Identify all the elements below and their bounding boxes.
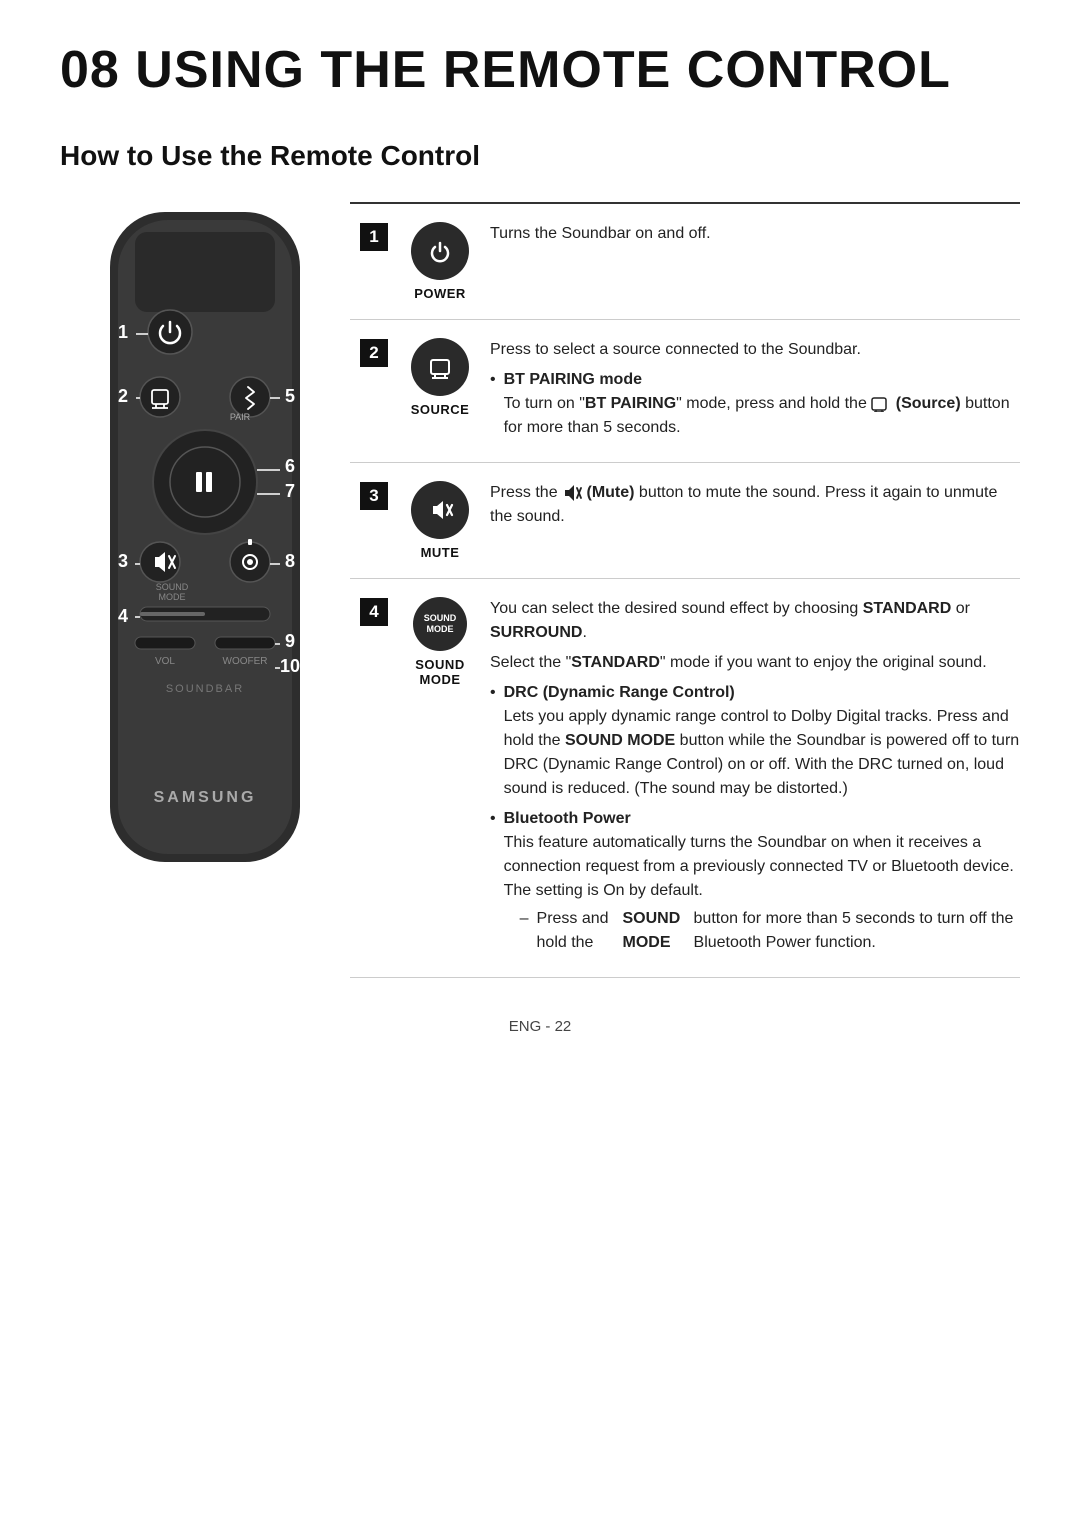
soundmode-icon-col: SOUNDMODE SOUND MODE — [400, 597, 490, 687]
table-row-source: 2 Source Press to select a source connec… — [350, 320, 1020, 463]
power-button-icon — [411, 222, 469, 280]
svg-text:8: 8 — [285, 551, 295, 571]
svg-text:5: 5 — [285, 386, 295, 406]
table-row-power: 1 Power Turns the Soundbar on and off. — [350, 204, 1020, 320]
row-num-1: 1 — [360, 222, 400, 251]
soundmode-label: SOUND MODE — [400, 657, 480, 687]
instructions-table: 1 Power Turns the Soundbar on and off. 2 — [350, 202, 1020, 978]
source-label: Source — [411, 402, 470, 417]
power-icon-col: Power — [400, 222, 490, 301]
svg-text:VOL: VOL — [155, 656, 175, 667]
row-num-2: 2 — [360, 338, 400, 367]
svg-text:WOOFER: WOOFER — [223, 656, 268, 667]
svg-text:MODE: MODE — [159, 592, 186, 602]
svg-text:7: 7 — [285, 481, 295, 501]
svg-text:1: 1 — [118, 322, 128, 342]
table-row-mute: 3 Mute Press the (Mute) button to mute t… — [350, 463, 1020, 579]
source-button-icon — [411, 338, 469, 396]
source-icon-col: Source — [400, 338, 490, 417]
remote-control-illustration: 1 2 PAIR 5 — [60, 202, 350, 882]
svg-text:6: 6 — [285, 456, 295, 476]
row-num-4: 4 — [360, 597, 400, 626]
svg-text:4: 4 — [118, 606, 128, 626]
table-row-soundmode: 4 SOUNDMODE SOUND MODE You can select th… — [350, 579, 1020, 978]
svg-text:9: 9 — [285, 631, 295, 651]
mute-label: Mute — [421, 545, 460, 560]
mute-button-icon — [411, 481, 469, 539]
svg-text:10: 10 — [280, 656, 300, 676]
mute-icon-col: Mute — [400, 481, 490, 560]
content-area: 1 2 PAIR 5 — [60, 202, 1020, 978]
mute-description: Press the (Mute) button to mute the soun… — [490, 481, 1020, 535]
power-description: Turns the Soundbar on and off. — [490, 222, 1020, 246]
section-title: How to Use the Remote Control — [60, 140, 1020, 172]
svg-text:SOUND: SOUND — [156, 582, 189, 592]
row-num-3: 3 — [360, 481, 400, 510]
svg-text:3: 3 — [118, 551, 128, 571]
source-description: Press to select a source connected to th… — [490, 338, 1020, 444]
page-footer: ENG - 22 — [60, 1018, 1020, 1035]
power-label: Power — [414, 286, 466, 301]
page-title: 08 USING THE REMOTE CONTROL — [60, 40, 1020, 100]
svg-text:SAMSUNG: SAMSUNG — [154, 789, 257, 806]
soundmode-description: You can select the desired sound effect … — [490, 597, 1020, 959]
svg-text:2: 2 — [118, 386, 128, 406]
svg-text:PAIR: PAIR — [230, 412, 251, 422]
svg-text:SOUNDBAR: SOUNDBAR — [166, 683, 244, 695]
soundmode-button-icon: SOUNDMODE — [413, 597, 467, 651]
